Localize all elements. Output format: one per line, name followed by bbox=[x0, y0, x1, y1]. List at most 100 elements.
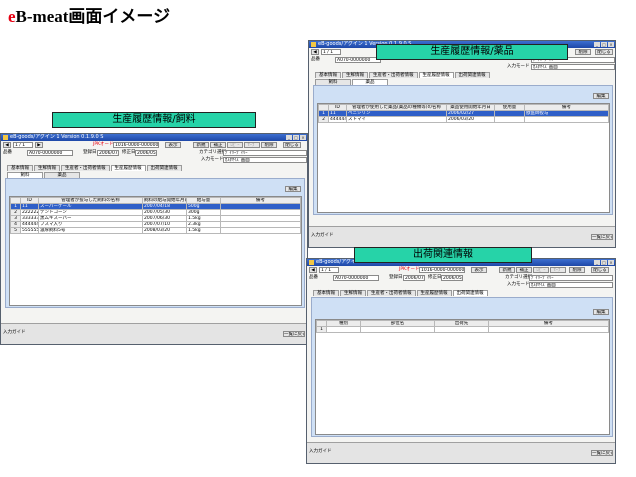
minimize-icon[interactable]: _ bbox=[286, 135, 292, 140]
table-row[interactable]: 5 555555 濃厚飼料5号 2008/03/20 1.5kg bbox=[10, 227, 301, 234]
display-button[interactable]: 表示 bbox=[165, 142, 181, 148]
medicine-panel: 編集 ID 管理者が使用した薬品(薬品の種類等)の名称 薬品使用開始年月日 使用… bbox=[313, 85, 613, 215]
modified-date-label: 修正日 bbox=[122, 150, 136, 155]
page-counter: 1 / 1 bbox=[319, 267, 339, 273]
tab-fresh[interactable]: 生鮮情報 bbox=[342, 72, 368, 78]
new-button[interactable]: 新規 bbox=[193, 142, 209, 148]
tab-basic[interactable]: 基本情報 bbox=[315, 72, 341, 78]
edit-button[interactable]: 編集 bbox=[285, 186, 301, 192]
copy-button[interactable]: ﾛﾋﾟｰ bbox=[227, 142, 243, 148]
input-guide-label: 入力ガイド bbox=[309, 449, 332, 454]
edit-button[interactable]: 編集 bbox=[593, 309, 609, 315]
tab-basic[interactable]: 基本情報 bbox=[313, 290, 339, 296]
item-label: 品番 bbox=[311, 57, 320, 62]
category-select[interactable]: ﾃﾞｲﾘｰﾃﾞｲﾘｰ bbox=[529, 275, 613, 281]
registered-date-field: 2006/07/21 bbox=[403, 275, 425, 281]
id-code-label: JPKオード bbox=[93, 142, 114, 147]
edit-mode-button[interactable]: 補正 bbox=[210, 142, 226, 148]
main-tabs: 基本情報 生鮮情報 生産者・出荷者情報 生産履歴情報 出荷関連情報 bbox=[315, 72, 491, 78]
modified-date-field: 2006/05/29 bbox=[135, 150, 157, 156]
main-tabs: 基本情報 生鮮情報 生産者・出荷者情報 生産履歴情報 出荷関連情報 bbox=[7, 165, 183, 171]
maximize-icon[interactable]: □ bbox=[601, 260, 607, 265]
input-mode-label: 入力モード bbox=[507, 282, 530, 287]
feed-table: ID 管理者が投与した飼料の名称 飼料の給与開始年月日 給与量 備考 1 11 … bbox=[9, 196, 302, 306]
tab-fresh[interactable]: 生鮮情報 bbox=[340, 290, 366, 296]
caption-shipping: 出荷関連情報 bbox=[354, 247, 532, 263]
edit-mode-button[interactable]: 補正 bbox=[516, 267, 532, 273]
tab-producer[interactable]: 生産者・出荷者情報 bbox=[61, 165, 110, 171]
new-button[interactable]: 新規 bbox=[499, 267, 515, 273]
caption-feed: 生産履歴情報/飼料 bbox=[52, 112, 256, 128]
tab-shipping[interactable]: 出荷関連情報 bbox=[454, 72, 490, 78]
item-code-field[interactable]: A070-0000000 bbox=[27, 150, 73, 156]
category-label: カテゴリ選択 bbox=[199, 150, 226, 155]
col-start-date[interactable]: 薬品使用開始年月日 bbox=[446, 104, 495, 111]
app-icon bbox=[309, 260, 314, 265]
input-mode-select[interactable]: ｶｽﾀﾏｲｽﾞ画面 bbox=[529, 282, 613, 288]
shipping-window: eB-goods/アグイン 1 Version 0.1.9.0 S _□× ◀ … bbox=[306, 258, 616, 464]
page-title: eB-meat画面イメージ bbox=[8, 7, 171, 26]
delete-button[interactable]: 削除 bbox=[569, 267, 585, 273]
prev-record-button[interactable]: ◀ bbox=[311, 49, 319, 55]
col-medicine-name[interactable]: 管理者が使用した薬品(薬品の種類等)の名称 bbox=[346, 104, 447, 111]
table-row[interactable]: 1 bbox=[316, 326, 609, 333]
maximize-icon[interactable]: □ bbox=[293, 135, 299, 140]
maximize-icon[interactable]: □ bbox=[601, 42, 607, 47]
item-label: 品番 bbox=[309, 275, 318, 280]
col-start-date[interactable]: 飼料の給与開始年月日 bbox=[142, 197, 187, 204]
caption-medicine: 生産履歴情報/薬品 bbox=[376, 44, 568, 60]
medicine-window: eB-goods/アグイン 1 Version 0.1.9.0 S _ □ × ◀ … bbox=[308, 40, 616, 248]
close-icon[interactable]: × bbox=[608, 42, 614, 47]
input-mode-select[interactable]: ｶｽﾀﾏｲｽﾞ画面 bbox=[223, 157, 307, 163]
status-bar: 入力ガイド 一覧に戻る bbox=[307, 442, 615, 463]
tab-basic[interactable]: 基本情報 bbox=[7, 165, 33, 171]
main-tabs: 基本情報 生鮮情報 生産者・出荷者情報 生産履歴情報 出荷関連情報 bbox=[313, 290, 489, 296]
close-icon[interactable]: × bbox=[300, 135, 306, 140]
close-button[interactable]: 閉じる bbox=[595, 49, 613, 55]
next-record-button[interactable]: ▶ bbox=[35, 142, 43, 148]
return-to-list-button[interactable]: 一覧に戻る bbox=[591, 234, 613, 240]
close-icon[interactable]: × bbox=[608, 260, 614, 265]
input-mode-select[interactable]: ｶｽﾀﾏｲｽﾞ画面 bbox=[531, 64, 615, 70]
tab-shipping[interactable]: 出荷関連情報 bbox=[452, 290, 488, 296]
tab-production-history[interactable]: 生産履歴情報 bbox=[110, 165, 146, 171]
tab-production-history[interactable]: 生産履歴情報 bbox=[418, 72, 454, 78]
medicine-table: ID 管理者が使用した薬品(薬品の種類等)の名称 薬品使用開始年月日 使用量 備… bbox=[317, 103, 610, 213]
delete-button[interactable]: 削除 bbox=[261, 142, 277, 148]
close-button[interactable]: 閉じる bbox=[283, 142, 301, 148]
table-header: ID 管理者が使用した薬品(薬品の種類等)の名称 薬品使用開始年月日 使用量 備… bbox=[318, 104, 609, 111]
minimize-icon[interactable]: _ bbox=[594, 260, 600, 265]
feed-window: eB-goods/アグイン 1 Version 0.1.9.0 S _ □ × ◀ … bbox=[0, 133, 308, 345]
tab-shipping[interactable]: 出荷関連情報 bbox=[146, 165, 182, 171]
app-icon bbox=[311, 42, 316, 47]
prev-record-button[interactable]: ◀ bbox=[3, 142, 11, 148]
minimize-icon[interactable]: _ bbox=[594, 42, 600, 47]
barcode-field[interactable]: 1016-0000-0000005-0001 bbox=[113, 142, 159, 148]
shipping-panel: 編集 種別 部位名 出荷先 備考 1 bbox=[311, 297, 613, 437]
tab-producer[interactable]: 生産者・出荷者情報 bbox=[367, 290, 416, 296]
delete-button[interactable]: 削除 bbox=[575, 49, 591, 55]
copy-button[interactable]: ﾛﾋﾟｰ bbox=[533, 267, 549, 273]
feed-window-titlebar[interactable]: eB-goods/アグイン 1 Version 0.1.9.0 S _ □ × bbox=[1, 134, 307, 141]
barcode-field[interactable]: 1016-0000-0000005-0001 bbox=[419, 267, 465, 273]
close-button[interactable]: 閉じる bbox=[591, 267, 609, 273]
page-counter: 1 / 1 bbox=[13, 142, 33, 148]
item-label: 品番 bbox=[3, 150, 12, 155]
app-icon bbox=[3, 135, 8, 140]
return-to-list-button[interactable]: 一覧に戻る bbox=[591, 450, 613, 456]
modified-date-label: 修正日 bbox=[428, 275, 442, 280]
item-code-field[interactable]: A070-0000000 bbox=[335, 57, 381, 63]
display-button[interactable]: 表示 bbox=[471, 267, 487, 273]
item-code-field[interactable]: A070-0000000 bbox=[333, 275, 379, 281]
edit-button[interactable]: 編集 bbox=[593, 93, 609, 99]
tab-fresh[interactable]: 生鮮情報 bbox=[34, 165, 60, 171]
input-guide-label: 入力ガイド bbox=[3, 330, 26, 335]
return-to-list-button[interactable]: 一覧に戻る bbox=[283, 331, 305, 337]
category-select[interactable]: ﾃﾞｲﾘｰﾃﾞｲﾘｰ bbox=[223, 150, 307, 156]
tab-production-history[interactable]: 生産履歴情報 bbox=[416, 290, 452, 296]
save-button[interactable]: ｾｰﾌﾞ bbox=[550, 267, 566, 273]
prev-record-button[interactable]: ◀ bbox=[309, 267, 317, 273]
save-button[interactable]: ｾｰﾌﾞ bbox=[244, 142, 260, 148]
table-row[interactable]: 2 444444 ストマイ 2006/03/20 bbox=[318, 116, 609, 123]
tab-producer[interactable]: 生産者・出荷者情報 bbox=[369, 72, 418, 78]
